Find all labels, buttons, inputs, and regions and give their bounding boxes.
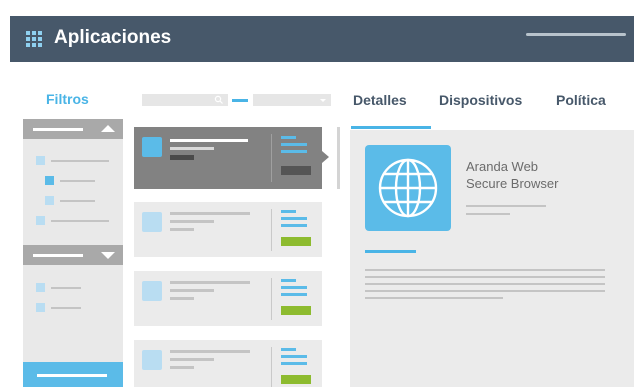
divider xyxy=(271,209,272,251)
item-tag-bar xyxy=(281,279,296,282)
globe-icon xyxy=(378,158,438,218)
filter-option-label xyxy=(60,200,95,202)
description-line xyxy=(365,283,605,285)
app-list-item-selected[interactable] xyxy=(134,127,322,189)
tab-dispositivos[interactable]: Dispositivos xyxy=(439,92,522,108)
item-tag-bar xyxy=(281,348,296,351)
item-meta-bar xyxy=(170,228,194,231)
item-title-bar xyxy=(170,281,250,284)
header-placeholder-bar xyxy=(526,33,626,36)
item-tag-bar xyxy=(281,362,307,365)
checkbox[interactable] xyxy=(36,216,45,225)
description-line xyxy=(365,290,605,292)
page-title: Aplicaciones xyxy=(54,27,172,48)
button-label-bar xyxy=(37,374,107,377)
item-tag-bar xyxy=(281,217,307,220)
status-badge xyxy=(281,237,311,246)
item-meta-bar xyxy=(170,297,194,300)
item-tag-bar xyxy=(281,224,307,227)
chevron-down-icon[interactable] xyxy=(320,99,326,102)
app-thumbnail-icon xyxy=(142,281,162,301)
search-active-indicator xyxy=(232,99,248,102)
app-list-item[interactable] xyxy=(134,202,322,257)
selection-pointer xyxy=(322,151,329,163)
expand-icon[interactable] xyxy=(101,252,115,259)
detail-meta-line xyxy=(466,205,546,207)
item-title-bar xyxy=(170,212,250,215)
filter-group-title xyxy=(33,254,83,257)
item-meta-bar xyxy=(170,155,194,160)
app-name-line-2: Secure Browser xyxy=(466,176,559,191)
description-line xyxy=(365,276,605,278)
app-list-item[interactable] xyxy=(134,271,322,326)
item-subtitle-bar xyxy=(170,358,214,361)
divider xyxy=(271,134,272,182)
description-line xyxy=(365,297,503,299)
collapse-icon[interactable] xyxy=(101,125,115,132)
tab-detalles[interactable]: Detalles xyxy=(353,92,407,108)
checkbox-checked[interactable] xyxy=(45,176,54,185)
status-badge xyxy=(281,306,311,315)
filter-option-label xyxy=(51,160,109,162)
filter-group-header-2[interactable] xyxy=(23,245,123,265)
item-tag-bar xyxy=(281,136,296,139)
item-subtitle-bar xyxy=(170,289,214,292)
status-badge xyxy=(281,166,311,175)
app-thumbnail-icon xyxy=(142,350,162,370)
item-title-bar xyxy=(170,139,248,142)
tab-politica[interactable]: Política xyxy=(556,92,606,108)
divider xyxy=(271,347,272,387)
app-header: Aplicaciones xyxy=(10,16,634,62)
checkbox[interactable] xyxy=(36,156,45,165)
checkbox[interactable] xyxy=(45,196,54,205)
divider xyxy=(271,278,272,320)
active-tab-indicator xyxy=(351,126,431,129)
grid-icon[interactable] xyxy=(26,31,44,47)
app-thumbnail-icon xyxy=(142,137,162,157)
filter-option-label xyxy=(51,307,81,309)
app-thumbnail-icon xyxy=(142,212,162,232)
status-badge xyxy=(281,375,311,384)
apply-filters-button[interactable] xyxy=(23,362,123,387)
item-tag-bar xyxy=(281,143,307,146)
detail-meta-line xyxy=(466,213,510,215)
filter-option-label xyxy=(51,287,81,289)
item-tag-bar xyxy=(281,293,307,296)
item-subtitle-bar xyxy=(170,147,214,150)
app-list-item[interactable] xyxy=(134,340,322,387)
filter-group-title xyxy=(33,128,83,131)
item-title-bar xyxy=(170,350,250,353)
filter-group-header-1[interactable] xyxy=(23,119,123,139)
app-logo xyxy=(365,145,451,231)
filters-label: Filtros xyxy=(46,91,89,107)
search-icon[interactable] xyxy=(214,95,224,105)
item-tag-bar xyxy=(281,355,307,358)
checkbox[interactable] xyxy=(36,303,45,312)
section-accent-bar xyxy=(365,250,416,253)
filter-option-label xyxy=(51,220,109,222)
item-tag-bar xyxy=(281,210,296,213)
item-meta-bar xyxy=(170,366,194,369)
description-line xyxy=(365,269,605,271)
list-scrollbar[interactable] xyxy=(337,127,340,189)
filter-option-label xyxy=(60,180,95,182)
checkbox[interactable] xyxy=(36,283,45,292)
item-tag-bar xyxy=(281,286,307,289)
item-subtitle-bar xyxy=(170,220,214,223)
app-name: Aranda Web Secure Browser xyxy=(466,158,558,192)
filter-panel xyxy=(23,119,123,387)
app-name-line-1: Aranda Web xyxy=(466,159,539,174)
item-tag-bar xyxy=(281,150,307,153)
